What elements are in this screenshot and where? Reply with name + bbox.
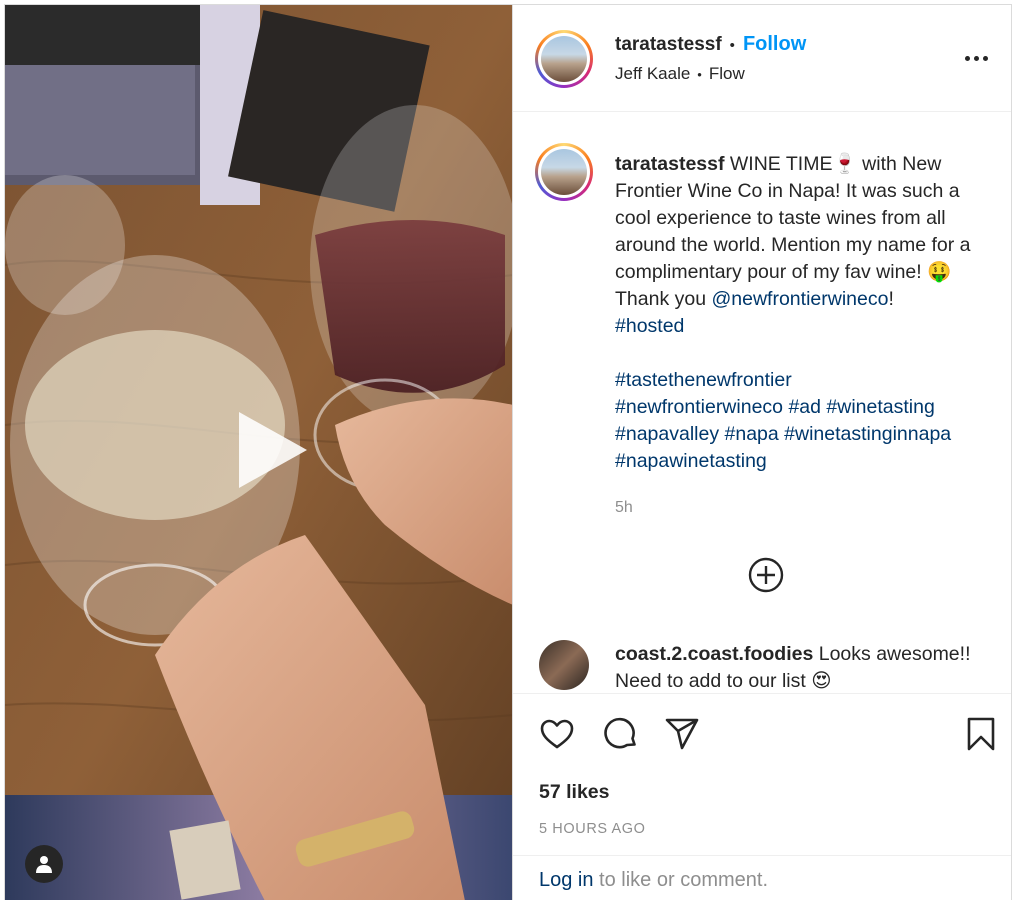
load-more-comments-icon[interactable] — [747, 556, 785, 594]
audio-track-link[interactable]: Flow — [709, 64, 745, 83]
login-prompt-text: to like or comment. — [593, 869, 769, 891]
hashtag-link[interactable]: #newfrontierwineco — [615, 396, 783, 418]
hashtag-link[interactable]: #napa — [725, 423, 779, 445]
mention-link[interactable]: @newfrontierwineco — [711, 288, 888, 310]
avatar-image — [541, 36, 587, 82]
hashtag-link[interactable]: #winetasting — [826, 396, 934, 418]
post-dialog: taratastessf • Follow Jeff Kaale • Flow tara… — [4, 4, 1012, 900]
post-video[interactable] — [5, 5, 513, 900]
post-actions: 57 likes 5 HOURS AGO — [513, 693, 1011, 843]
caption-avatar[interactable] — [535, 143, 593, 201]
play-icon[interactable] — [219, 402, 315, 498]
tagged-users-button[interactable] — [25, 845, 63, 883]
avatar-image — [541, 149, 587, 195]
commenter-avatar[interactable] — [539, 640, 589, 690]
separator-dot: • — [697, 67, 702, 82]
hashtag-link[interactable]: #napavalley — [615, 423, 719, 445]
heart-icon[interactable] — [539, 716, 575, 752]
commenter-username[interactable]: coast.2.coast.foodies — [615, 643, 813, 665]
share-icon[interactable] — [664, 716, 700, 752]
hashtag-link[interactable]: #ad — [788, 396, 821, 418]
caption-timestamp[interactable]: 5h — [615, 499, 633, 517]
post-timestamp[interactable]: 5 HOURS AGO — [539, 821, 646, 837]
user-icon — [36, 856, 52, 873]
wine-emoji: 🍷 — [832, 153, 857, 175]
comment-icon[interactable] — [603, 716, 639, 752]
comment-item: coast.2.coast.foodies Looks awesome!! Ne… — [615, 641, 995, 693]
audio-attribution: Jeff Kaale • Flow — [615, 64, 745, 84]
more-options-button[interactable] — [965, 49, 995, 67]
post-header: taratastessf • Follow Jeff Kaale • Flow — [513, 5, 1011, 112]
author-avatar[interactable] — [535, 30, 593, 88]
heart-eyes-emoji: 😍 — [811, 670, 832, 692]
bookmark-icon[interactable] — [963, 716, 999, 752]
money-mouth-emoji: 🤑 — [927, 261, 952, 283]
login-link[interactable]: Log in — [539, 869, 594, 891]
post-side-panel: taratastessf • Follow Jeff Kaale • Flow tara… — [513, 5, 1011, 900]
hashtag-link[interactable]: #winetastinginnapa — [784, 423, 951, 445]
login-prompt: Log in to like or comment. — [513, 855, 1011, 900]
more-horizontal-icon — [965, 55, 970, 61]
comments-section: taratastessf WINE TIME🍷 with New Frontie… — [513, 112, 1011, 693]
likes-count[interactable]: 57 likes — [539, 781, 609, 804]
hashtag-link[interactable]: #hosted — [615, 315, 684, 337]
follow-button[interactable]: Follow — [743, 33, 806, 55]
caption-username[interactable]: taratastessf — [615, 153, 724, 175]
author-username[interactable]: taratastessf — [615, 34, 722, 55]
audio-artist-link[interactable]: Jeff Kaale — [615, 64, 690, 83]
separator-dot: • — [729, 37, 735, 54]
post-caption: taratastessf WINE TIME🍷 with New Frontie… — [615, 153, 971, 472]
hashtag-link[interactable]: #napawinetasting — [615, 450, 767, 472]
hashtag-link[interactable]: #tastethenewfrontier — [615, 369, 792, 391]
